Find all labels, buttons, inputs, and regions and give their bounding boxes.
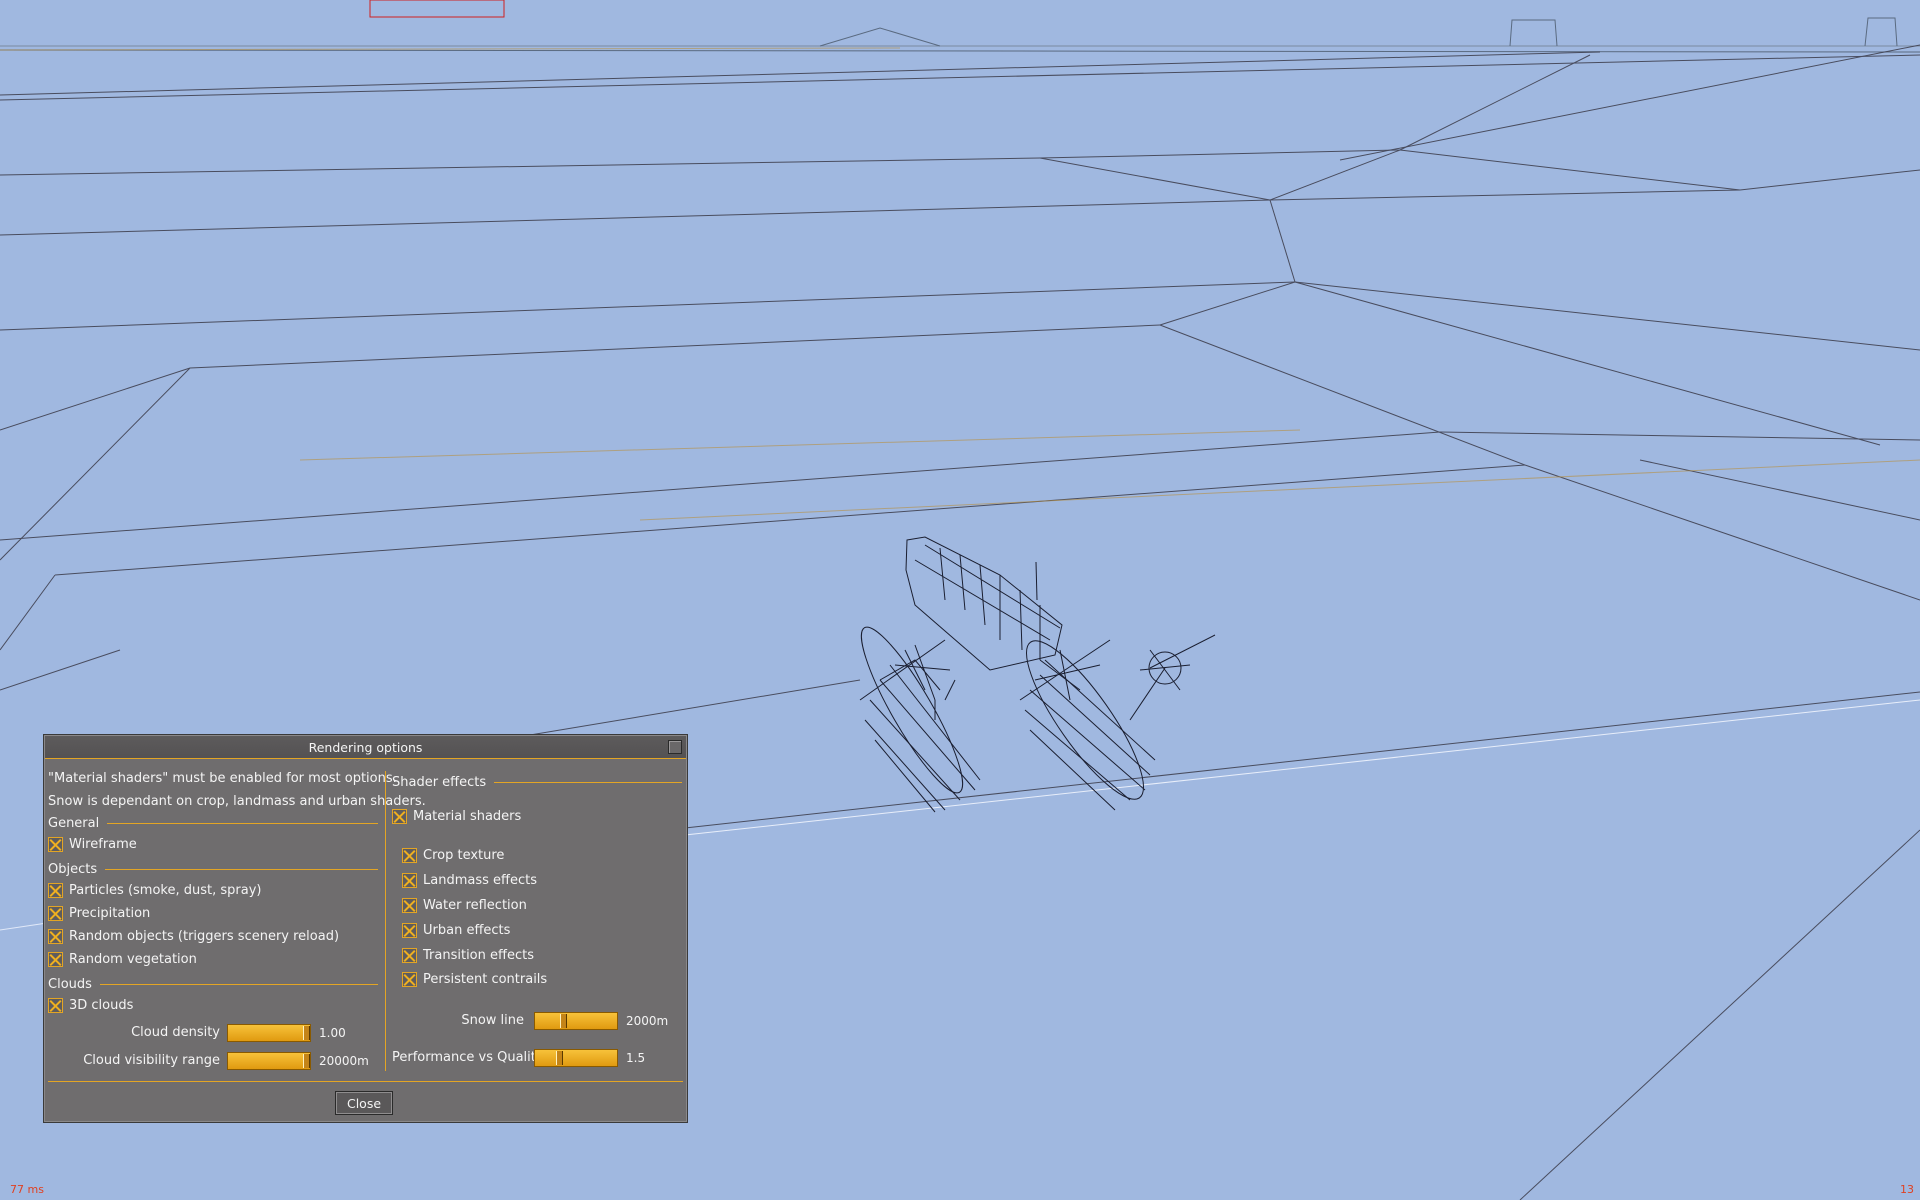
checkbox-3d-clouds[interactable]: 3D clouds	[48, 998, 133, 1013]
close-button[interactable]: Close	[335, 1091, 393, 1115]
checkbox-urban-effects[interactable]: Urban effects	[402, 923, 510, 938]
checked-icon	[402, 873, 417, 888]
checked-icon	[48, 929, 63, 944]
checkbox-landmass-effects-label: Landmass effects	[423, 873, 537, 888]
cloud-density-knob[interactable]	[303, 1026, 310, 1040]
cloud-visibility-slider[interactable]	[227, 1052, 311, 1070]
checkbox-random-objects-label: Random objects (triggers scenery reload)	[69, 929, 340, 944]
rendering-options-dialog: Rendering options "Material shaders" mus…	[44, 735, 687, 1122]
section-objects-label: Objects	[48, 862, 98, 877]
dialog-title: Rendering options	[308, 740, 423, 755]
checked-icon	[402, 972, 417, 987]
checkbox-crop-texture-label: Crop texture	[423, 848, 505, 863]
performance-quality-slider[interactable]	[534, 1049, 618, 1067]
counter-readout: 13	[1900, 1183, 1914, 1196]
checkbox-transition-effects-label: Transition effects	[423, 948, 534, 963]
window-close-icon[interactable]	[668, 740, 682, 754]
checked-icon	[402, 923, 417, 938]
section-objects: Objects	[48, 862, 378, 877]
checkbox-transition-effects[interactable]: Transition effects	[402, 948, 534, 963]
section-general-label: General	[48, 816, 100, 831]
note-snow-dependency: Snow is dependant on crop, landmass and …	[48, 794, 426, 809]
checkbox-wireframe[interactable]: Wireframe	[48, 837, 137, 852]
checkbox-random-objects[interactable]: Random objects (triggers scenery reload)	[48, 929, 339, 944]
checkbox-random-vegetation-label: Random vegetation	[69, 952, 197, 967]
checkbox-water-reflection-label: Water reflection	[423, 898, 527, 913]
cloud-visibility-value: 20000m	[319, 1054, 369, 1068]
checkbox-persistent-contrails[interactable]: Persistent contrails	[402, 972, 547, 987]
checked-icon	[392, 809, 407, 824]
cloud-density-label: Cloud density	[131, 1025, 220, 1040]
checkbox-urban-effects-label: Urban effects	[423, 923, 511, 938]
checkbox-persistent-contrails-label: Persistent contrails	[423, 972, 548, 987]
performance-quality-label: Performance vs Quality	[392, 1050, 544, 1065]
column-divider	[385, 771, 386, 1071]
checked-icon	[402, 898, 417, 913]
checked-icon	[402, 948, 417, 963]
note-material-shaders: "Material shaders" must be enabled for m…	[48, 771, 397, 786]
snow-line-value: 2000m	[626, 1014, 669, 1028]
checkbox-wireframe-label: Wireframe	[69, 837, 137, 852]
checkbox-precipitation-label: Precipitation	[69, 906, 151, 921]
checkbox-crop-texture[interactable]: Crop texture	[402, 848, 504, 863]
section-shader-effects: Shader effects	[392, 775, 682, 790]
checkbox-precipitation[interactable]: Precipitation	[48, 906, 150, 921]
checked-icon	[48, 906, 63, 921]
frame-time-readout: 77 ms	[10, 1183, 44, 1196]
checkbox-particles-label: Particles (smoke, dust, spray)	[69, 883, 262, 898]
checkbox-particles[interactable]: Particles (smoke, dust, spray)	[48, 883, 261, 898]
checkbox-water-reflection[interactable]: Water reflection	[402, 898, 527, 913]
checked-icon	[402, 848, 417, 863]
checkbox-random-vegetation[interactable]: Random vegetation	[48, 952, 197, 967]
checkbox-material-shaders-label: Material shaders	[413, 809, 522, 824]
checkbox-material-shaders[interactable]: Material shaders	[392, 809, 521, 824]
section-clouds-label: Clouds	[48, 977, 92, 992]
performance-quality-value: 1.5	[626, 1051, 646, 1065]
section-general: General	[48, 816, 378, 831]
footer-divider	[48, 1081, 683, 1082]
checked-icon	[48, 883, 63, 898]
checked-icon	[48, 998, 63, 1013]
section-clouds: Clouds	[48, 977, 378, 992]
checkbox-landmass-effects[interactable]: Landmass effects	[402, 873, 537, 888]
cloud-visibility-label: Cloud visibility range	[83, 1053, 220, 1068]
cloud-density-slider[interactable]	[227, 1024, 311, 1042]
checked-icon	[48, 952, 63, 967]
checkbox-3d-clouds-label: 3D clouds	[69, 998, 134, 1013]
checked-icon	[48, 837, 63, 852]
snow-line-knob[interactable]	[560, 1014, 567, 1028]
section-shader-effects-label: Shader effects	[392, 775, 487, 790]
cloud-density-value: 1.00	[319, 1026, 346, 1040]
cloud-visibility-knob[interactable]	[303, 1054, 310, 1068]
snow-line-slider[interactable]	[534, 1012, 618, 1030]
performance-quality-knob[interactable]	[556, 1051, 563, 1065]
dialog-titlebar[interactable]: Rendering options	[45, 736, 686, 759]
snow-line-label: Snow line	[461, 1013, 524, 1028]
